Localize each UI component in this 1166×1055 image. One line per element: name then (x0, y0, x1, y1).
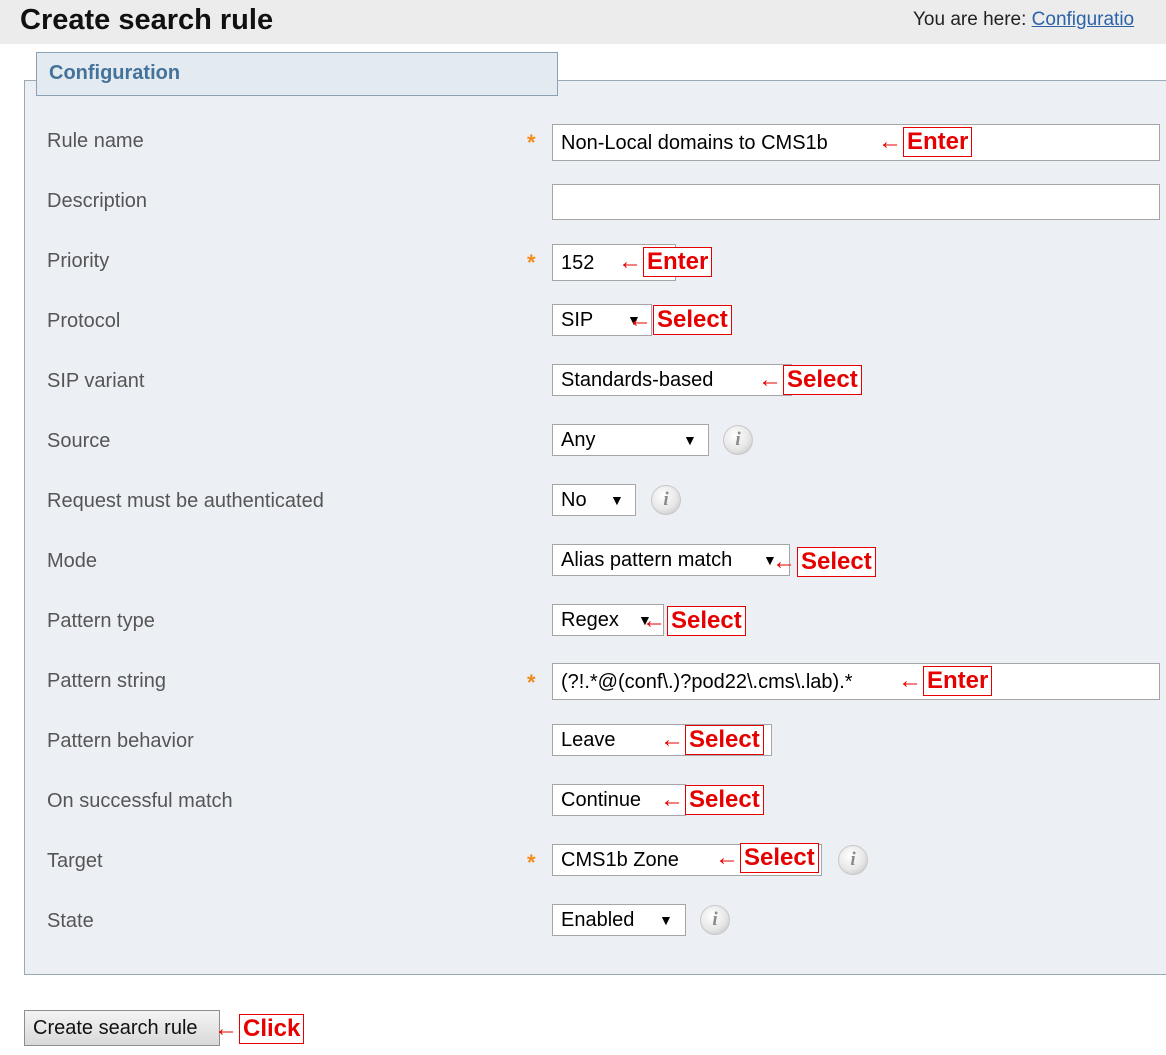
info-icon[interactable]: i (838, 845, 868, 875)
info-icon[interactable]: i (700, 905, 730, 935)
pattern-type-annotation: ← Select (642, 606, 746, 636)
arrow-left-icon: ← (618, 248, 642, 275)
description-input[interactable] (552, 184, 1160, 220)
sip-variant-annotation: ← Select (758, 365, 862, 395)
request-auth-select[interactable]: No ▼ (552, 484, 636, 516)
protocol-annotation: ← Select (628, 305, 732, 335)
section-legend-text: Configuration (49, 62, 181, 84)
breadcrumb: You are here: Configuratio (913, 9, 1134, 31)
mode-annotation: ← Select (772, 547, 876, 577)
arrow-left-icon: ← (878, 128, 902, 155)
arrow-left-icon: ← (772, 548, 796, 575)
source-select[interactable]: Any ▼ (552, 424, 709, 456)
page-header: Create search rule You are here: Configu… (0, 0, 1166, 44)
arrow-left-icon: ← (660, 786, 684, 813)
sip-variant-select[interactable]: Standards-based (552, 364, 792, 396)
rule-name-annotation: ← Enter (878, 127, 973, 157)
pattern-type-label: Pattern type (47, 610, 155, 632)
create-search-rule-button[interactable]: Create search rule (24, 1010, 220, 1046)
arrow-left-icon: ← (642, 607, 666, 634)
state-label: State (47, 910, 94, 932)
breadcrumb-prefix: You are here: (913, 9, 1027, 30)
priority-annotation: ← Enter (618, 247, 713, 277)
chevron-down-icon: ▼ (659, 912, 673, 928)
breadcrumb-link-configuration[interactable]: Configuratio (1032, 9, 1134, 30)
arrow-left-icon: ← (660, 726, 684, 753)
mode-label: Mode (47, 550, 98, 572)
priority-label: Priority (47, 250, 110, 272)
pattern-string-required-marker: * (527, 670, 536, 695)
page-title: Create search rule (20, 4, 274, 36)
arrow-left-icon: ← (758, 366, 782, 393)
section-legend: Configuration (36, 52, 558, 96)
arrow-left-icon: ← (715, 844, 739, 871)
rule-name-label: Rule name (47, 130, 144, 152)
pattern-string-input[interactable]: (?!.*@(conf\.)?pod22\.cms\.lab).* (552, 663, 1160, 700)
pattern-string-annotation: ← Enter (898, 666, 993, 696)
arrow-left-icon: ← (214, 1015, 238, 1042)
chevron-down-icon: ▼ (683, 432, 697, 448)
info-icon[interactable]: i (723, 425, 753, 455)
pattern-behavior-annotation: ← Select (660, 725, 764, 755)
chevron-down-icon: ▼ (610, 492, 624, 508)
request-auth-label: Request must be authenticated (47, 490, 324, 512)
arrow-left-icon: ← (898, 667, 922, 694)
on-success-label: On successful match (47, 790, 233, 812)
pattern-behavior-label: Pattern behavior (47, 730, 194, 752)
rule-name-required-marker: * (527, 130, 536, 155)
state-select[interactable]: Enabled ▼ (552, 904, 686, 936)
rule-name-input[interactable]: Non-Local domains to CMS1b (552, 124, 1160, 161)
submit-annotation: ← Click (214, 1014, 305, 1044)
target-label: Target (47, 850, 103, 872)
target-required-marker: * (527, 850, 536, 875)
source-label: Source (47, 430, 111, 452)
arrow-left-icon: ← (628, 306, 652, 333)
sip-variant-label: SIP variant (47, 370, 145, 392)
on-success-annotation: ← Select (660, 785, 764, 815)
info-icon[interactable]: i (651, 485, 681, 515)
target-annotation: ← Select (715, 843, 819, 873)
priority-required-marker: * (527, 250, 536, 275)
protocol-label: Protocol (47, 310, 121, 332)
description-label: Description (47, 190, 148, 212)
pattern-string-label: Pattern string (47, 670, 166, 692)
mode-select[interactable]: Alias pattern match ▼ (552, 544, 790, 576)
